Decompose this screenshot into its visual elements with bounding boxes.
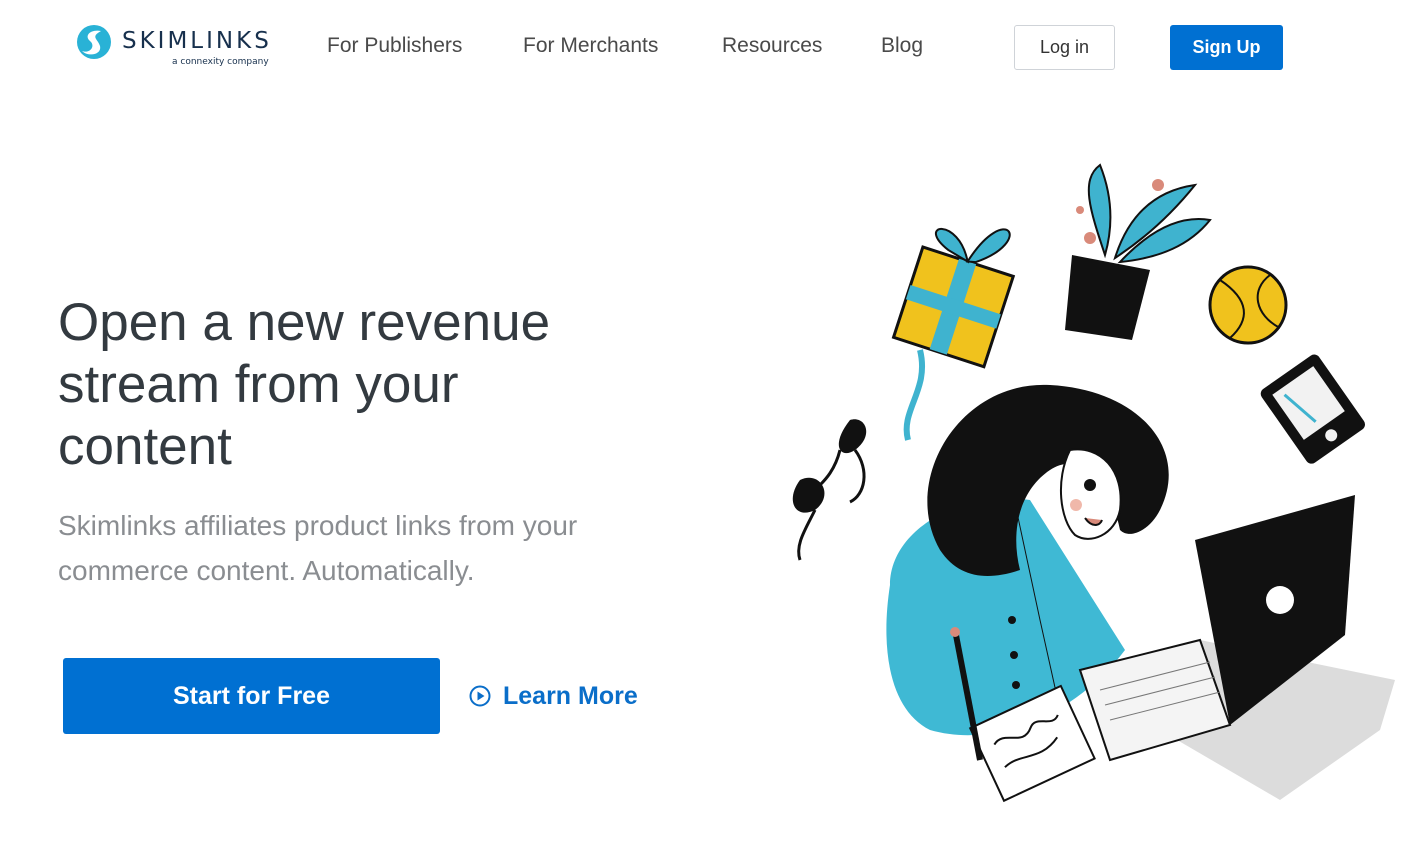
hero-illustration xyxy=(792,163,1395,803)
play-circle-icon xyxy=(469,685,491,707)
nav-blog[interactable]: Blog xyxy=(881,34,923,58)
logo-wordmark: SKIMLINKS xyxy=(122,28,272,54)
logo-tagline: a connexity company xyxy=(172,57,269,67)
hero-subheadline: Skimlinks affiliates product links from … xyxy=(58,510,578,586)
nav-resources[interactable]: Resources xyxy=(722,34,822,58)
learn-more-label: Learn More xyxy=(503,681,638,710)
skimlinks-logo[interactable]: SKIMLINKS a connexity company xyxy=(76,22,276,72)
sunglasses-icon xyxy=(792,419,867,561)
gift-ribbon-tail xyxy=(903,349,925,441)
skimlinks-logo-icon xyxy=(77,25,111,59)
start-for-free-button[interactable]: Start for Free xyxy=(63,658,440,734)
hero-headline: Open a new revenue stream from your cont… xyxy=(58,293,551,476)
site-header: SKIMLINKS a connexity company For Publis… xyxy=(0,0,1419,96)
phone-icon xyxy=(1260,354,1365,464)
gift-box-icon xyxy=(891,227,1016,369)
plant-icon xyxy=(1065,163,1212,340)
login-button[interactable]: Log in xyxy=(1014,25,1115,70)
nav-for-publishers[interactable]: For Publishers xyxy=(327,34,462,58)
tennis-ball-icon xyxy=(1208,265,1288,345)
nav-for-merchants[interactable]: For Merchants xyxy=(523,34,658,58)
learn-more-link[interactable]: Learn More xyxy=(469,680,638,712)
signup-button[interactable]: Sign Up xyxy=(1170,25,1283,70)
